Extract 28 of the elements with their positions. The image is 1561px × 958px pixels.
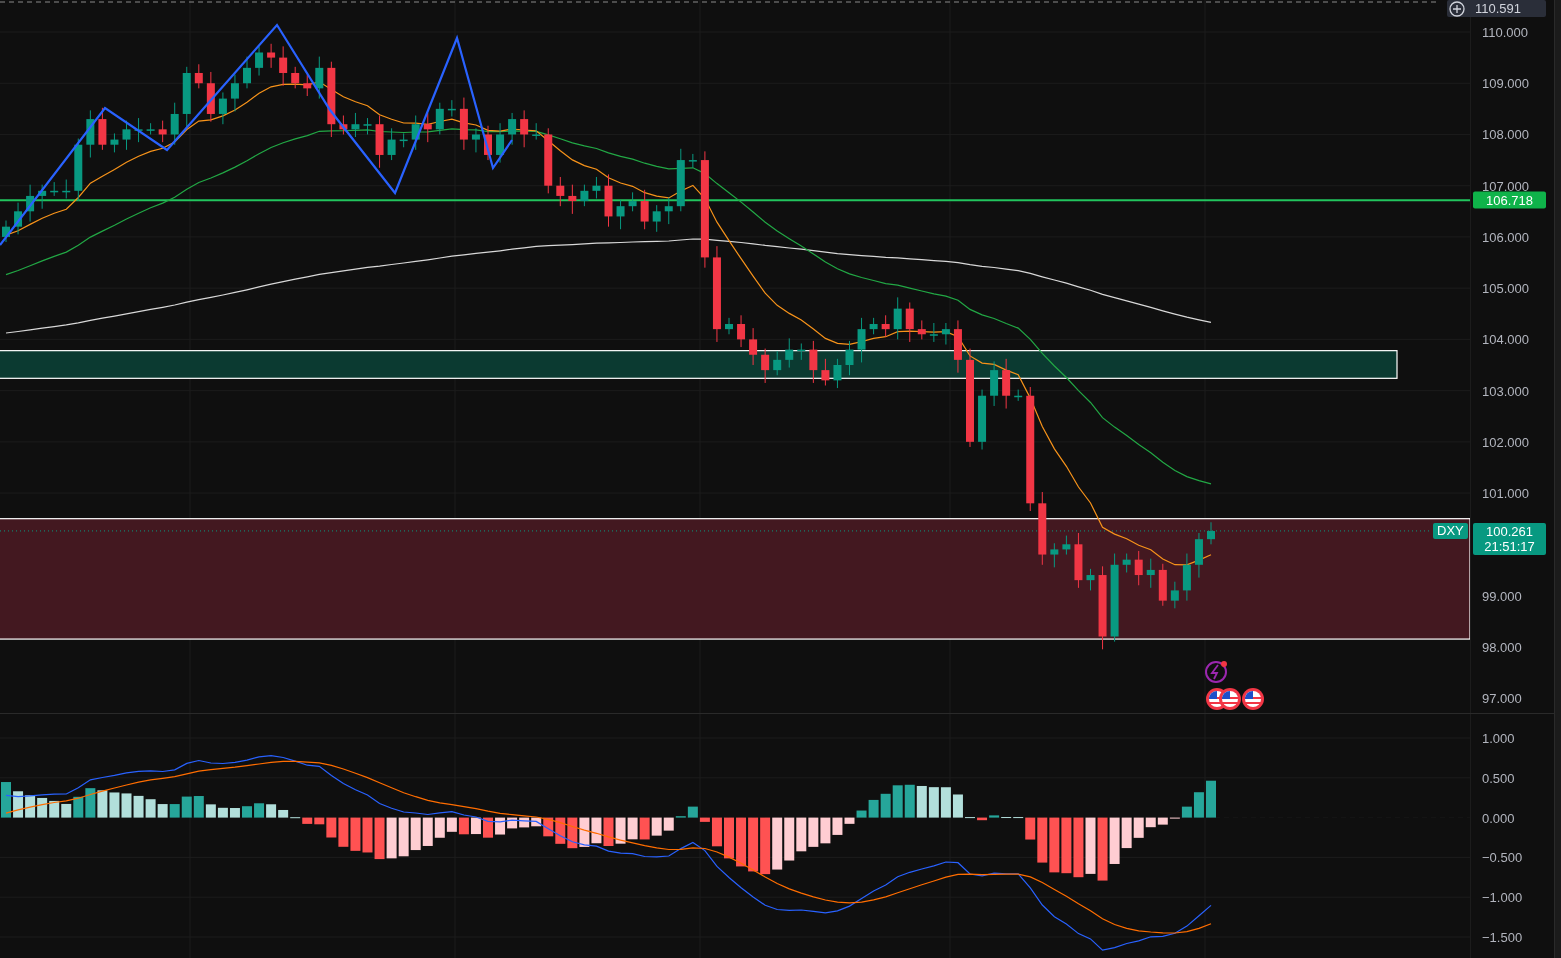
axis-label: 108.000 bbox=[1482, 126, 1529, 142]
axis-label: 106.000 bbox=[1482, 229, 1529, 245]
axis-label: 109.000 bbox=[1482, 75, 1529, 91]
plus-icon[interactable] bbox=[1449, 0, 1465, 17]
current-price: 100.261 bbox=[1486, 524, 1533, 539]
axis-label: 107.000 bbox=[1482, 178, 1529, 194]
flag-icon[interactable] bbox=[1242, 688, 1264, 710]
axis-label: 97.000 bbox=[1482, 690, 1522, 706]
axis-label: 104.000 bbox=[1482, 331, 1529, 347]
axis-label: 110.000 bbox=[1482, 24, 1529, 40]
axis-label: 103.000 bbox=[1482, 383, 1529, 399]
flag-icon[interactable] bbox=[1219, 688, 1241, 710]
axis-label: 105.000 bbox=[1482, 280, 1529, 296]
axis-label: 101.000 bbox=[1482, 485, 1529, 501]
axis-label: −0.500 bbox=[1482, 849, 1523, 865]
axis-label: 0.000 bbox=[1482, 810, 1515, 826]
axis-label: −1.500 bbox=[1482, 929, 1523, 945]
axis-label: 102.000 bbox=[1482, 434, 1529, 450]
axis-label: 98.000 bbox=[1482, 639, 1522, 655]
axis-label: 99.000 bbox=[1482, 588, 1522, 603]
axis-label: −1.000 bbox=[1482, 889, 1523, 905]
bar-countdown: 21:51:17 bbox=[1484, 539, 1535, 554]
axis-label: 1.000 bbox=[1482, 730, 1515, 746]
symbol-tag: DXY bbox=[1433, 523, 1468, 539]
level-price-badge: 106.718 bbox=[1473, 191, 1546, 209]
axis-label: 0.500 bbox=[1482, 770, 1515, 786]
high-price: 110.591 bbox=[1475, 1, 1522, 16]
lightning-icon bbox=[1205, 661, 1227, 683]
